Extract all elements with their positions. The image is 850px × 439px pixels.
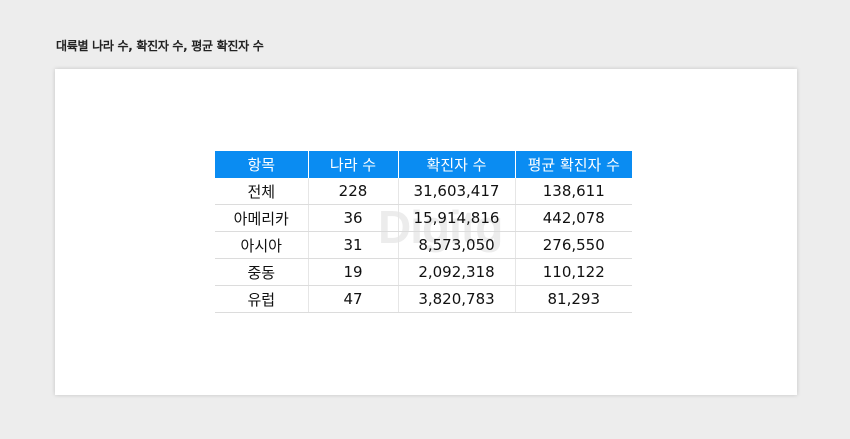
- table-row: 유럽 47 3,820,783 81,293: [215, 285, 632, 313]
- cell-country-count: 47: [307, 285, 398, 313]
- table-row: 중동 19 2,092,318 110,122: [215, 258, 632, 286]
- cell-confirmed-count: 31,603,417: [397, 178, 515, 205]
- cell-confirmed-count: 15,914,816: [397, 204, 515, 232]
- cell-region: 전체: [215, 178, 308, 205]
- cell-confirmed-count: 3,820,783: [397, 285, 515, 313]
- cell-confirmed-count: 8,573,050: [397, 231, 515, 259]
- cell-region: 아시아: [215, 231, 308, 259]
- table-header-row: 항목 나라 수 확진자 수 평균 확진자 수: [215, 151, 632, 178]
- cell-region: 유럽: [215, 285, 308, 313]
- cell-average-confirmed: 442,078: [514, 204, 632, 232]
- header-confirmed-count: 확진자 수: [397, 151, 515, 178]
- cell-average-confirmed: 138,611: [514, 178, 632, 205]
- cell-region: 아메리카: [215, 204, 308, 232]
- cell-confirmed-count: 2,092,318: [397, 258, 515, 286]
- cell-country-count: 19: [307, 258, 398, 286]
- cell-region: 중동: [215, 258, 308, 286]
- table-row: 아시아 31 8,573,050 276,550: [215, 231, 632, 259]
- page-title: 대륙별 나라 수, 확진자 수, 평균 확진자 수: [56, 39, 264, 53]
- table-row: 아메리카 36 15,914,816 442,078: [215, 204, 632, 232]
- cell-average-confirmed: 110,122: [514, 258, 632, 286]
- cell-country-count: 36: [307, 204, 398, 232]
- cell-country-count: 228: [307, 178, 398, 205]
- header-average-confirmed: 평균 확진자 수: [514, 151, 632, 178]
- header-country-count: 나라 수: [307, 151, 398, 178]
- cell-average-confirmed: 81,293: [514, 285, 632, 313]
- table-row: 전체 228 31,603,417 138,611: [215, 178, 632, 205]
- cell-country-count: 31: [307, 231, 398, 259]
- cell-average-confirmed: 276,550: [514, 231, 632, 259]
- stats-table: 항목 나라 수 확진자 수 평균 확진자 수 전체 228 31,603,417…: [215, 151, 632, 313]
- header-item: 항목: [215, 151, 308, 178]
